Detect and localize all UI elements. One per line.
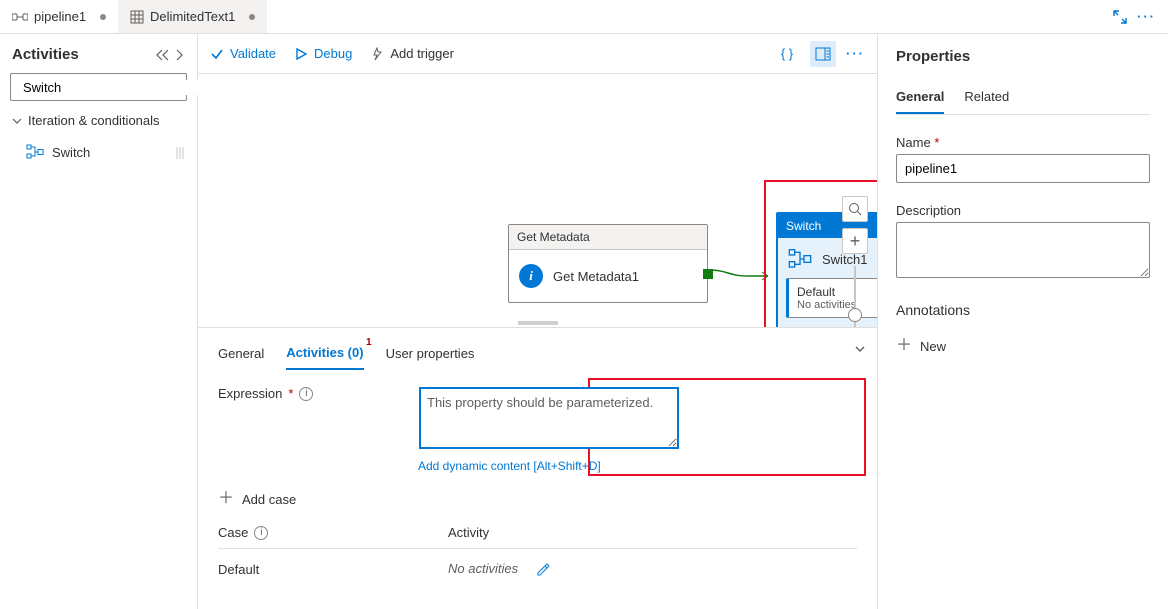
expression-input[interactable] xyxy=(420,388,678,448)
pipeline-canvas[interactable]: Get Metadata i Get Metadata1 Switch xyxy=(198,74,877,327)
validate-button[interactable]: Validate xyxy=(210,46,276,61)
debug-button[interactable]: Debug xyxy=(294,46,352,61)
case-default-activity: No activities xyxy=(448,561,518,576)
plus-icon: ＋ xyxy=(896,338,912,354)
annotations-label: Annotations xyxy=(896,302,1150,318)
more-icon[interactable]: ··· xyxy=(1137,9,1156,24)
canvas-zoom-rail: + − xyxy=(841,196,869,327)
tab-delimitedtext1-dirty-indicator xyxy=(249,14,255,20)
new-label: New xyxy=(920,339,946,354)
details-tab-activities[interactable]: Activities (0)1 xyxy=(286,337,363,370)
debug-label: Debug xyxy=(314,46,352,61)
chevron-down-icon xyxy=(12,116,22,126)
new-annotation-button[interactable]: ＋ New xyxy=(896,338,1150,354)
tab-delimitedtext1[interactable]: DelimitedText1 xyxy=(118,0,267,33)
props-tab-related[interactable]: Related xyxy=(964,81,1009,114)
description-label: Description xyxy=(896,203,1150,218)
switch-icon xyxy=(26,144,44,160)
info-icon[interactable]: i xyxy=(299,387,313,401)
properties-title: Properties xyxy=(896,48,1150,65)
dataset-icon xyxy=(130,10,144,24)
tab-delimitedtext1-label: DelimitedText1 xyxy=(150,9,235,24)
json-view-button[interactable]: { } xyxy=(774,41,800,67)
activity-details-panel: General Activities (0)1 User properties … xyxy=(198,327,877,609)
tab-pipeline1[interactable]: pipeline1 xyxy=(0,0,118,33)
add-case-label: Add case xyxy=(242,492,296,507)
expression-label: Expression * i xyxy=(218,386,388,401)
expand-icon[interactable] xyxy=(1113,9,1127,25)
activities-search-input[interactable] xyxy=(23,80,199,95)
collapse-panel-icon[interactable] xyxy=(853,340,867,356)
zoom-slider-knob[interactable] xyxy=(848,308,862,322)
properties-panel: Properties General Related Name * Descri… xyxy=(878,34,1168,609)
col-activity: Activity xyxy=(448,525,489,540)
name-input[interactable] xyxy=(896,154,1150,183)
zoom-search-button[interactable] xyxy=(842,196,868,222)
activity-switch-label: Switch xyxy=(52,145,90,160)
required-indicator: * xyxy=(288,386,293,401)
activities-search[interactable] xyxy=(10,73,187,101)
group-iteration-conditionals[interactable]: Iteration & conditionals xyxy=(10,109,187,132)
pipeline-icon xyxy=(12,10,28,24)
name-label: Name * xyxy=(896,135,1150,150)
tab-pipeline1-dirty-indicator xyxy=(100,14,106,20)
drag-handle-icon[interactable] xyxy=(175,144,185,160)
collapse-dock-icon[interactable] xyxy=(173,46,185,63)
details-tab-general[interactable]: General xyxy=(218,338,264,369)
info-icon: i xyxy=(519,264,543,288)
validate-label: Validate xyxy=(230,46,276,61)
col-case: Case xyxy=(218,525,248,540)
node-get-metadata-name: Get Metadata1 xyxy=(553,269,639,284)
info-icon[interactable]: i xyxy=(254,526,268,540)
panel-resize-handle[interactable] xyxy=(518,321,558,325)
add-dynamic-content-link[interactable]: Add dynamic content [Alt+Shift+D] xyxy=(418,459,601,473)
add-trigger-label: Add trigger xyxy=(390,46,454,61)
props-tab-general[interactable]: General xyxy=(896,81,944,114)
details-tab-userprops[interactable]: User properties xyxy=(386,338,475,369)
pipeline-toolbar: Validate Debug Add trigger { } ··· xyxy=(198,34,877,74)
error-badge: 1 xyxy=(366,337,372,348)
group-label: Iteration & conditionals xyxy=(28,113,160,128)
zoom-in-button[interactable]: + xyxy=(842,228,868,254)
activities-title: Activities xyxy=(12,46,79,63)
zoom-slider[interactable]: − xyxy=(854,266,856,327)
add-case-button[interactable]: ＋ Add case xyxy=(218,491,857,507)
case-default-name: Default xyxy=(218,562,408,577)
description-input[interactable] xyxy=(896,222,1150,278)
properties-toggle-button[interactable] xyxy=(810,41,836,67)
toolbar-more-icon[interactable]: ··· xyxy=(846,46,865,61)
document-tabs: pipeline1 DelimitedText1 ··· xyxy=(0,0,1168,34)
case-table: Case i Activity Default No activities xyxy=(218,517,857,589)
add-trigger-button[interactable]: Add trigger xyxy=(370,46,454,61)
chevron-double-left-icon[interactable] xyxy=(155,46,171,63)
node-get-metadata-header: Get Metadata xyxy=(509,225,707,250)
node-get-metadata[interactable]: Get Metadata i Get Metadata1 xyxy=(508,224,708,303)
case-row-default: Default No activities xyxy=(218,549,857,589)
activities-sidebar: Activities Iteration & conditionals xyxy=(0,34,198,609)
switch-icon xyxy=(788,248,812,270)
plus-icon: ＋ xyxy=(218,491,234,507)
tab-pipeline1-label: pipeline1 xyxy=(34,9,86,24)
activity-switch[interactable]: Switch xyxy=(10,140,187,164)
edit-case-icon[interactable] xyxy=(536,561,550,576)
